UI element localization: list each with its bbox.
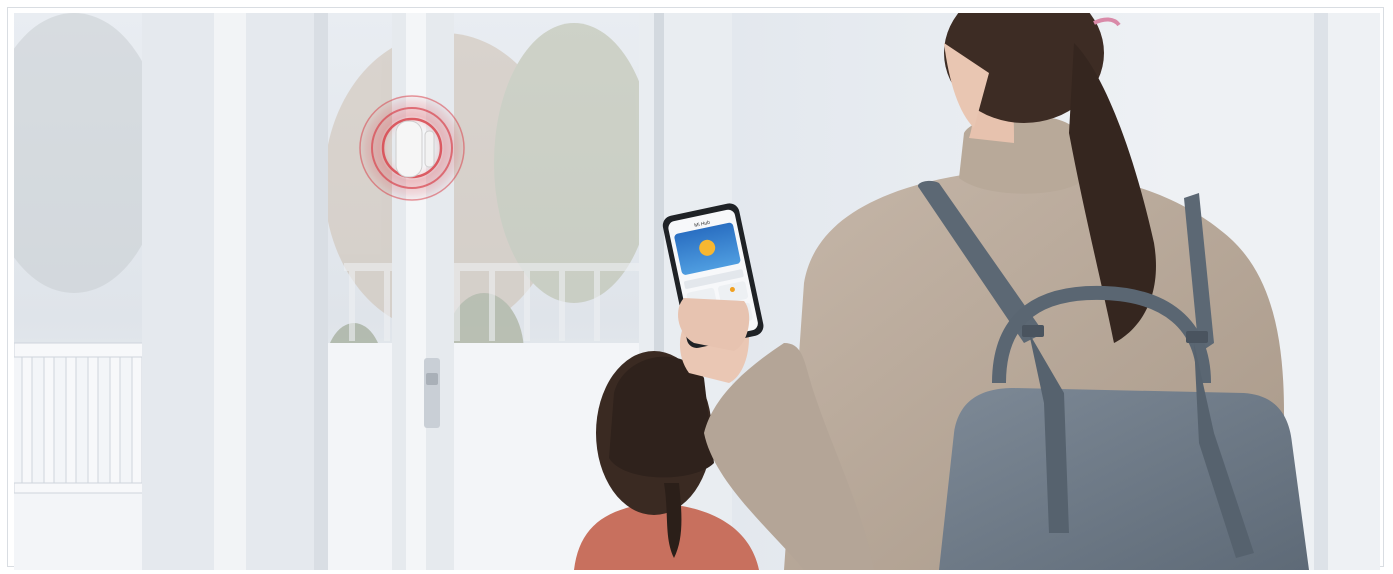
door-sensor bbox=[395, 120, 423, 178]
door-handle bbox=[424, 358, 440, 428]
bag-body bbox=[939, 388, 1309, 570]
photo-scene: Mi Hub bbox=[14, 13, 1380, 570]
door-sensor-magnet bbox=[424, 130, 435, 168]
door-sensor-alert bbox=[358, 94, 466, 202]
scene-illustration: Mi Hub bbox=[14, 13, 1380, 570]
